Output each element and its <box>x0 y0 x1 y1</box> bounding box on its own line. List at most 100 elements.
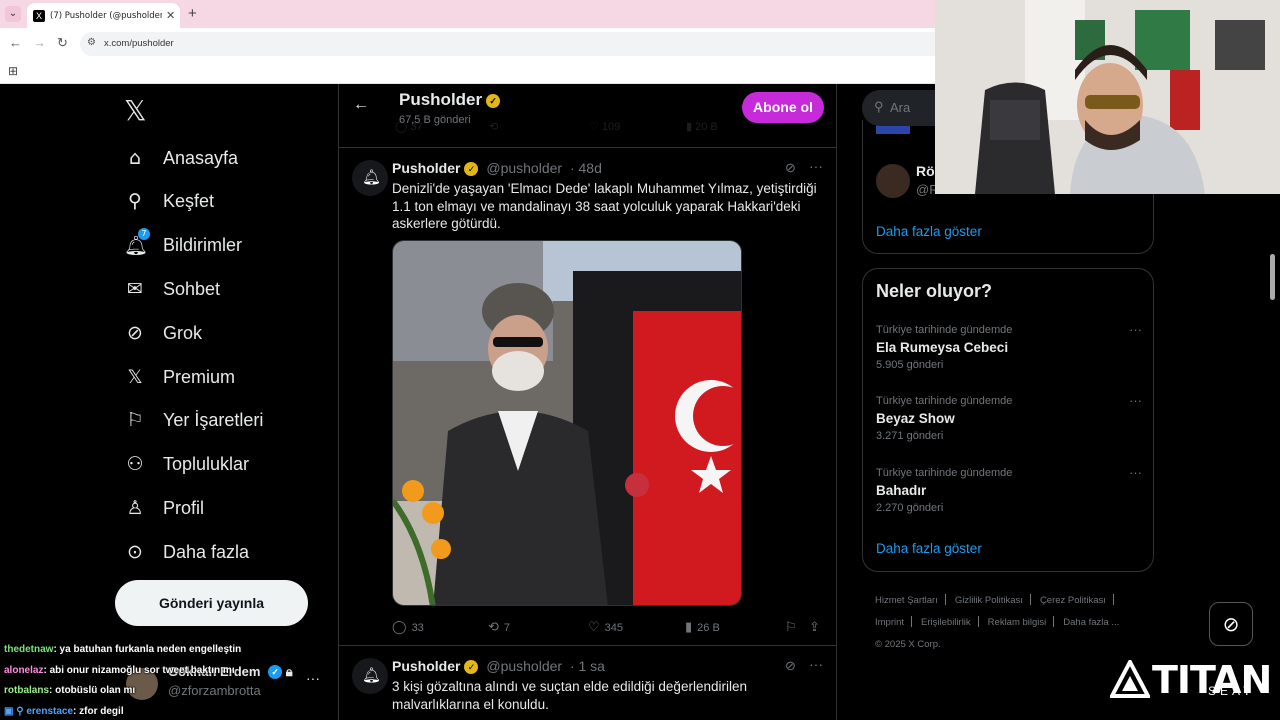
bookmark-icon: ⚐ <box>126 409 144 431</box>
left-navigation: 𝕏 ⌂ Anasayfa ⚲ Keşfet 🔔︎ 7 Bildirimler ✉ … <box>110 84 338 720</box>
photo-elderly-man-with-flag <box>393 241 741 605</box>
nav-item-grok[interactable]: ⊘ Grok <box>124 313 202 353</box>
bookmark-button[interactable]: ⚐ <box>785 620 802 635</box>
tab-list-dropdown[interactable]: ⌄ <box>5 6 21 22</box>
nav-item-more[interactable]: ⊙ Daha fazla <box>124 532 249 572</box>
tweet-author[interactable]: Pusholder <box>392 160 460 176</box>
nav-item-communities[interactable]: ⚇ Topluluklar <box>124 444 249 484</box>
nav-item-notifications[interactable]: 🔔︎ 7 Bildirimler <box>124 225 242 265</box>
nav-item-home[interactable]: ⌂ Anasayfa <box>124 138 238 178</box>
grok-icon[interactable]: ⊘ <box>785 160 796 176</box>
search-icon: ⚲ <box>874 99 884 114</box>
site-info-icon[interactable]: ⚙ <box>87 37 96 48</box>
nav-item-bookmarks[interactable]: ⚐ Yer İşaretleri <box>124 400 263 440</box>
trend-item[interactable]: Türkiye tarihinde gündemde Ela Rumeysa C… <box>876 322 1142 384</box>
forward-icon[interactable]: → <box>33 35 46 50</box>
footer-link[interactable]: Reklam bilgisi <box>988 617 1047 628</box>
more-icon[interactable]: ··· <box>1129 393 1142 408</box>
chat-text: : zfor degil <box>73 705 124 717</box>
trends-card: Neler oluyor? Türkiye tarihinde gündemde… <box>862 268 1154 572</box>
more-icon[interactable]: ··· <box>809 158 823 174</box>
share-button[interactable]: ⇪ <box>809 620 825 635</box>
brand-sub: SEAT <box>1208 684 1255 698</box>
mail-icon: ✉ <box>127 278 143 300</box>
reload-icon[interactable]: ↻ <box>57 35 68 51</box>
grok-floating-icon[interactable]: ⊘ <box>1209 602 1253 646</box>
address-bar[interactable]: ⚙ x.com/pusholder <box>80 32 960 56</box>
nav-item-explore[interactable]: ⚲ Keşfet <box>124 181 214 221</box>
back-arrow-icon[interactable]: ← <box>353 96 369 114</box>
trend-count: 5.905 gönderi <box>876 359 944 371</box>
trend-context: Türkiye tarihinde gündemde <box>876 395 1013 407</box>
views-button[interactable]: ▮ 26 B <box>685 620 720 635</box>
tweet-author[interactable]: Pusholder <box>392 658 460 674</box>
nav-item-profile[interactable]: ♙ Profil <box>124 488 204 528</box>
tweet-image[interactable] <box>392 240 742 606</box>
page-scrollbar[interactable] <box>1270 254 1275 300</box>
trend-item[interactable]: Türkiye tarihinde gündemde Beyaz Show 3.… <box>876 393 1142 455</box>
heart-icon: ♡ <box>588 620 600 635</box>
back-icon[interactable]: ← <box>9 35 22 50</box>
nav-label: Grok <box>163 322 203 343</box>
nav-label: Bildirimler <box>163 234 243 255</box>
avatar[interactable] <box>876 164 910 198</box>
stream-chat: thedetnaw: ya batuhan furkanla neden eng… <box>4 640 304 720</box>
bell-icon: 🔔︎ <box>362 667 382 684</box>
more-icon[interactable]: ··· <box>1129 465 1142 480</box>
browser-tab[interactable]: X (7) Pusholder (@pusholder) / X ✕ <box>27 3 180 28</box>
avatar[interactable]: 🔔︎ <box>352 658 388 694</box>
account-more-icon[interactable]: ··· <box>306 670 320 686</box>
chat-user: erenstace <box>26 705 74 717</box>
reply-button[interactable]: ◯ 33 <box>392 620 424 635</box>
chat-message: thedetnaw: ya batuhan furkanla neden eng… <box>4 640 304 661</box>
grok-icon: ⊘ <box>127 322 143 344</box>
like-button[interactable]: ♡ 345 <box>588 620 623 635</box>
x-favicon-icon: X <box>33 9 45 22</box>
nav-item-messages[interactable]: ✉ Sohbet <box>124 269 220 309</box>
more-circle-icon: ⊙ <box>127 541 143 563</box>
tweet-text: 3 kişi gözaltına alındı ve suçtan elde e… <box>392 679 747 712</box>
trends-title: Neler oluyor? <box>876 281 993 301</box>
avatar[interactable]: 🔔︎ <box>352 160 388 196</box>
repost-button[interactable]: ⟲ 7 <box>488 620 510 635</box>
post-button[interactable]: Gönderi yayınla <box>115 580 308 626</box>
trend-name: Beyaz Show <box>876 411 955 426</box>
tweet-header: Pusholder ✓ @pusholder · 48d <box>392 160 602 176</box>
chat-message: rotbalans: otobüslü olan mı <box>4 681 304 702</box>
tweet-time[interactable]: · 1 sa <box>570 658 605 674</box>
tab-close-icon[interactable]: ✕ <box>166 9 175 22</box>
footer-link[interactable]: Imprint <box>875 617 904 628</box>
profile-header: ← Pusholder ✓ 67,5 B gönderi Abone ol <box>339 84 836 134</box>
url-text[interactable]: x.com/pusholder <box>104 38 174 49</box>
chat-text: : abi onur nizamoğlu sor tweet baktın mı <box>43 664 235 676</box>
trend-item[interactable]: Türkiye tarihinde gündemde Bahadır 2.270… <box>876 465 1142 527</box>
tweet-time[interactable]: · 48d <box>570 160 602 176</box>
trend-count: 2.270 gönderi <box>876 502 944 514</box>
show-more-link[interactable]: Daha fazla göster <box>876 224 982 239</box>
verified-badge-icon: ✓ <box>464 162 479 176</box>
bell-icon: 🔔︎ 7 <box>124 227 150 257</box>
tweet-handle[interactable]: @pusholder <box>486 160 562 176</box>
new-tab-button[interactable]: + <box>188 5 197 22</box>
nav-label: Keşfet <box>163 190 215 211</box>
recommend-name[interactable]: Rö <box>916 163 935 179</box>
tweet[interactable]: 🔔︎ Pusholder ✓ @pusholder · 48d ⊘ ··· Den… <box>339 147 836 645</box>
more-icon[interactable]: ··· <box>1129 322 1142 337</box>
chat-user: alonelaz <box>4 664 44 676</box>
footer-link[interactable]: Gizlilik Politikası <box>955 595 1023 606</box>
subscribe-button[interactable]: Abone ol <box>742 92 824 123</box>
grok-icon[interactable]: ⊘ <box>785 658 796 674</box>
apps-grid-icon[interactable]: ⊞ <box>8 64 18 78</box>
footer-link[interactable]: Hizmet Şartları <box>875 595 938 606</box>
nav-item-premium[interactable]: 𝕏 Premium <box>124 357 235 397</box>
show-more-link[interactable]: Daha fazla göster <box>876 541 982 556</box>
chat-text: : ya batuhan furkanla neden engelleştin <box>53 644 242 655</box>
nav-label: Premium <box>163 366 236 387</box>
more-icon[interactable]: ··· <box>809 656 823 672</box>
x-logo-icon[interactable]: 𝕏 <box>124 94 147 127</box>
footer-link[interactable]: Erişilebilirlik <box>921 617 971 628</box>
footer-link[interactable]: Çerez Politikası <box>1040 595 1106 606</box>
footer-link[interactable]: Daha fazla ... <box>1063 617 1119 628</box>
tweet-handle[interactable]: @pusholder <box>486 658 562 674</box>
tweet[interactable]: 🔔︎ Pusholder ✓ @pusholder · 1 sa ⊘ ··· 3 … <box>339 645 836 720</box>
